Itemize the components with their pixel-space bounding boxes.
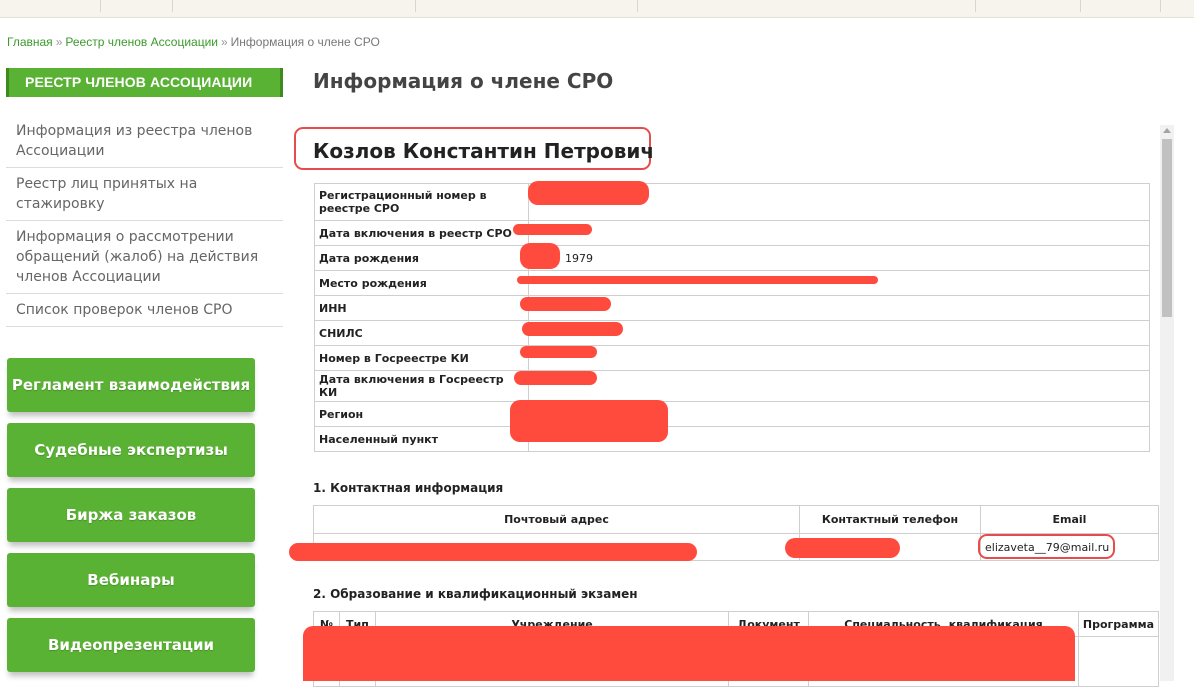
table-row: Регион xyxy=(314,401,1150,427)
info-label: Место рождения xyxy=(314,270,529,296)
info-label: Регистрационный номер в реестре СРО xyxy=(314,183,529,221)
sidebar-item-registry-info[interactable]: Информация из реестра членов Ассоциации xyxy=(6,115,283,168)
redaction-mark xyxy=(289,543,697,561)
table-row: Номер в Госреестре КИ xyxy=(314,345,1150,371)
sidebar-item-inspections[interactable]: Список проверок членов СРО xyxy=(6,294,283,327)
email-highlight xyxy=(978,534,1115,559)
info-label: Регион xyxy=(314,401,529,427)
top-navigation-bar xyxy=(0,0,1194,18)
video-presentations-button[interactable]: Видеопрезентации xyxy=(7,618,255,672)
table-row: Населенный пункт xyxy=(314,426,1150,452)
redaction-mark xyxy=(517,276,878,284)
topbar-divider xyxy=(1080,0,1081,12)
redaction-mark xyxy=(514,371,597,385)
info-value xyxy=(528,295,1150,321)
contact-section-title: 1. Контактная информация xyxy=(313,481,504,495)
redaction-mark xyxy=(520,346,597,358)
table-row: Регистрационный номер в реестре СРО xyxy=(314,183,1150,221)
sidebar-menu: Информация из реестра членов Ассоциации … xyxy=(6,115,283,327)
topbar-divider xyxy=(172,0,173,12)
info-label: Населенный пункт xyxy=(314,426,529,452)
info-label: Номер в Госреестре КИ xyxy=(314,345,529,371)
page-title: Информация о члене СРО xyxy=(313,69,614,93)
table-row: Дата включения в реестр СРО xyxy=(314,220,1150,246)
redaction-mark xyxy=(520,243,560,269)
redaction-mark xyxy=(528,181,649,205)
breadcrumb: Главная» Реестр членов Ассоциации» Информа… xyxy=(7,35,380,49)
sidebar-header: РЕЕСТР ЧЛЕНОВ АССОЦИАЦИИ xyxy=(6,68,283,97)
breadcrumb-home-link[interactable]: Главная xyxy=(7,35,53,49)
info-label: СНИЛС xyxy=(314,320,529,346)
person-name: Козлов Константин Петрович xyxy=(313,139,655,163)
table-header-row: Почтовый адрес Контактный телефон Email xyxy=(313,505,1159,534)
topbar-divider xyxy=(975,0,976,12)
member-info-table: Регистрационный номер в реестре СРО Дата… xyxy=(314,183,1150,452)
breadcrumb-separator: » xyxy=(220,35,228,49)
table-row: Дата включения в Госреестр КИ xyxy=(314,370,1150,402)
table-row: ИНН xyxy=(314,295,1150,321)
topbar-divider xyxy=(415,0,416,12)
orders-exchange-button[interactable]: Биржа заказов xyxy=(7,488,255,542)
topbar-divider xyxy=(1160,0,1161,12)
sidebar-item-complaints[interactable]: Информация о рассмотрении обращений (жал… xyxy=(6,221,283,294)
sidebar: РЕЕСТР ЧЛЕНОВ АССОЦИАЦИИ Информация из р… xyxy=(6,68,283,327)
info-label: ИНН xyxy=(314,295,529,321)
table-row: Дата рождения 1979 xyxy=(314,245,1150,271)
breadcrumb-separator: » xyxy=(55,35,63,49)
table-row: СНИЛС xyxy=(314,320,1150,346)
sidebar-item-internship-registry[interactable]: Реестр лиц принятых на стажировку xyxy=(6,168,283,221)
scrollbar[interactable] xyxy=(1160,125,1174,681)
redaction-mark xyxy=(785,538,900,558)
column-header: Контактный телефон xyxy=(799,505,981,534)
info-value xyxy=(528,220,1150,246)
redaction-mark xyxy=(522,322,623,336)
education-section-title: 2. Образование и квалификационный экзаме… xyxy=(313,587,638,601)
info-value xyxy=(528,370,1150,402)
breadcrumb-current: Информация о члене СРО xyxy=(230,35,380,49)
court-expertise-button[interactable]: Судебные экспертизы xyxy=(7,423,255,477)
regulations-button[interactable]: Регламент взаимодействия xyxy=(7,358,255,412)
topbar-divider xyxy=(637,0,638,12)
webinars-button[interactable]: Вебинары xyxy=(7,553,255,607)
redaction-mark xyxy=(520,297,611,311)
scroll-up-icon[interactable] xyxy=(1163,128,1171,133)
breadcrumb-registry-link[interactable]: Реестр членов Ассоциации xyxy=(65,35,218,49)
info-value xyxy=(528,345,1150,371)
redaction-mark xyxy=(510,400,668,442)
info-value: 1979 xyxy=(528,245,1150,271)
column-header: Программа xyxy=(1077,611,1160,637)
redaction-mark xyxy=(303,626,1075,681)
scrollbar-thumb[interactable] xyxy=(1162,139,1172,317)
topbar-divider xyxy=(100,0,101,12)
info-label: Дата рождения xyxy=(314,245,529,271)
column-header: Почтовый адрес xyxy=(313,505,800,534)
column-header: Email xyxy=(980,505,1159,534)
info-label: Дата включения в реестр СРО xyxy=(314,220,529,246)
redaction-mark xyxy=(513,224,592,235)
info-label: Дата включения в Госреестр КИ xyxy=(314,370,529,402)
